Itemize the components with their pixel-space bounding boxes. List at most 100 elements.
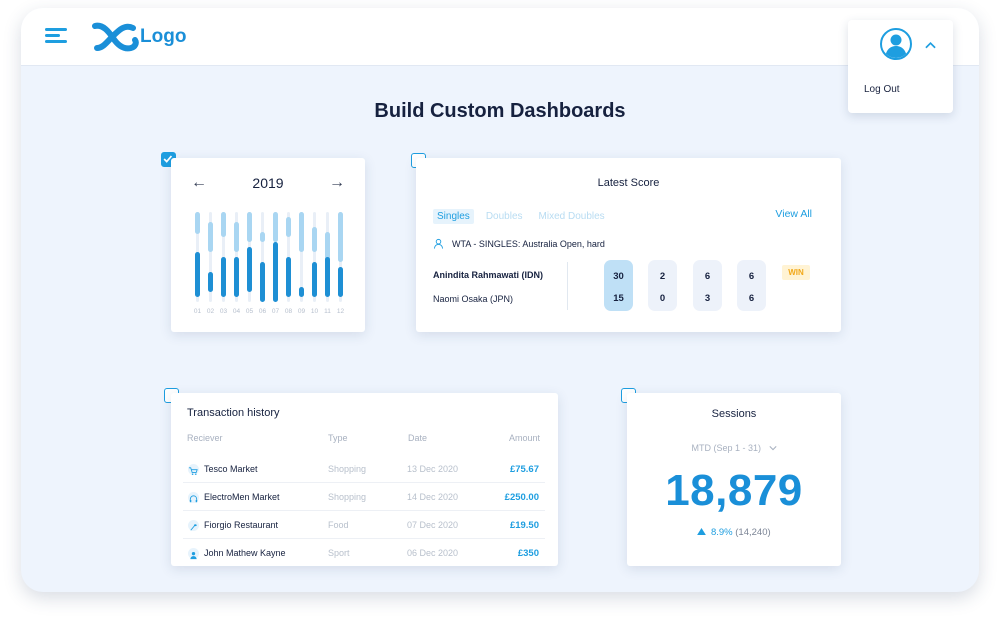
month-label: 08 bbox=[284, 308, 293, 315]
player-2-name: Naomi Osaka (JPN) bbox=[433, 294, 514, 304]
bar-segment-dark bbox=[247, 247, 252, 292]
bar-segment-dark bbox=[273, 242, 278, 302]
month-label: 02 bbox=[206, 308, 215, 315]
tab-mixed-doubles[interactable]: Mixed Doubles bbox=[535, 209, 609, 224]
period-label: MTD (Sep 1 - 31) bbox=[691, 443, 761, 453]
month-bar: 09 bbox=[295, 212, 308, 315]
month-label: 09 bbox=[297, 308, 306, 315]
transaction-amount: £250.00 bbox=[504, 492, 539, 503]
page-title: Build Custom Dashboards bbox=[374, 100, 626, 122]
transaction-row[interactable]: Fiorgio Restaurant Food 07 Dec 2020 £19.50 bbox=[183, 511, 545, 539]
column-header-receiver: Reciever bbox=[187, 433, 223, 443]
set-score: 2 0 bbox=[648, 260, 677, 311]
receiver-name: John Mathew Kayne bbox=[204, 548, 286, 558]
transaction-row[interactable]: John Mathew Kayne Sport 06 Dec 2020 £350 bbox=[183, 539, 545, 567]
period-dropdown[interactable]: MTD (Sep 1 - 31) bbox=[627, 443, 841, 453]
column-header-type: Type bbox=[328, 433, 348, 443]
set-score-p1: 30 bbox=[613, 271, 624, 282]
win-badge: WIN bbox=[782, 265, 810, 280]
bar-segment-light bbox=[260, 232, 265, 242]
month-label: 10 bbox=[310, 308, 319, 315]
headphones-icon bbox=[188, 492, 199, 503]
bar-segment-light bbox=[221, 212, 226, 237]
transaction-date: 06 Dec 2020 bbox=[407, 548, 459, 558]
bar-segment-light bbox=[208, 222, 213, 252]
hamburger-icon[interactable] bbox=[45, 28, 69, 44]
set-score-p2: 15 bbox=[613, 293, 624, 304]
set-score: 6 6 bbox=[737, 260, 766, 311]
logout-link[interactable]: Log Out bbox=[864, 84, 900, 95]
bar-segment-light bbox=[338, 212, 343, 262]
transaction-date: 07 Dec 2020 bbox=[407, 520, 459, 530]
transaction-amount: £75.67 bbox=[509, 464, 539, 475]
transaction-row[interactable]: ElectroMen Market Shopping 14 Dec 2020 £250… bbox=[183, 483, 545, 511]
month-label: 04 bbox=[232, 308, 241, 315]
month-label: 06 bbox=[258, 308, 267, 315]
month-bar: 05 bbox=[243, 212, 256, 315]
transaction-row[interactable]: Tesco Market Shopping 13 Dec 2020 £75.67 bbox=[183, 455, 545, 483]
transaction-type: Shopping bbox=[328, 492, 367, 502]
month-bar: 04 bbox=[230, 212, 243, 315]
month-bars: 01 02 03 04 05 06 07 08 09 10 11 12 bbox=[191, 212, 347, 315]
bar-segment-light bbox=[273, 212, 278, 242]
arrow-right-icon[interactable]: → bbox=[329, 174, 345, 192]
food-icon bbox=[188, 520, 199, 531]
sessions-value: 18,879 bbox=[665, 466, 803, 515]
sessions-change: 8.9% (14,240) bbox=[627, 527, 841, 538]
triangle-up-icon bbox=[697, 528, 707, 535]
transaction-date: 13 Dec 2020 bbox=[407, 464, 459, 474]
previous-value: (14,240) bbox=[735, 527, 771, 538]
set-score: 6 3 bbox=[693, 260, 722, 311]
user-avatar-icon[interactable] bbox=[880, 28, 912, 60]
set-score: 30 15 bbox=[604, 260, 633, 311]
bar-segment-dark bbox=[260, 262, 265, 302]
logo-text: Logo bbox=[140, 26, 187, 47]
score-widget: Latest Score Singles Doubles Mixed Doubl… bbox=[416, 158, 841, 332]
month-label: 11 bbox=[324, 308, 331, 315]
sessions-title: Sessions bbox=[711, 408, 757, 420]
cart-icon bbox=[188, 464, 199, 475]
transaction-type: Shopping bbox=[328, 464, 367, 474]
logo[interactable]: Logo bbox=[91, 20, 186, 54]
month-bar: 11 bbox=[321, 212, 334, 315]
player-1-name: Anindita Rahmawati (IDN) bbox=[433, 270, 544, 280]
month-bar: 03 bbox=[217, 212, 230, 315]
month-label: 01 bbox=[193, 308, 202, 315]
receiver-name: ElectroMen Market bbox=[204, 492, 280, 502]
month-bar: 12 bbox=[334, 212, 347, 315]
change-percent: 8.9% bbox=[710, 527, 733, 538]
user-menu: Log Out bbox=[848, 20, 953, 113]
transactions-title: Transaction history bbox=[187, 407, 280, 419]
month-bar: 01 bbox=[191, 212, 204, 315]
bar-segment-light bbox=[234, 222, 239, 252]
month-label: 03 bbox=[219, 308, 228, 315]
top-bar: Logo bbox=[21, 8, 979, 66]
person-icon bbox=[188, 548, 199, 560]
bar-segment-dark bbox=[221, 257, 226, 297]
tab-doubles[interactable]: Doubles bbox=[482, 209, 527, 224]
view-all-link[interactable]: View All bbox=[775, 208, 812, 220]
transaction-amount: £19.50 bbox=[509, 520, 539, 531]
transaction-type: Sport bbox=[328, 548, 350, 558]
month-label: 07 bbox=[271, 308, 280, 315]
bar-segment-light bbox=[299, 212, 304, 252]
divider bbox=[567, 262, 568, 310]
calendar-widget: ← 2019 → 01 02 03 04 05 06 07 08 09 10 11 12 bbox=[171, 158, 365, 332]
bar-segment-dark bbox=[299, 287, 304, 297]
column-header-amount: Amount bbox=[508, 433, 540, 443]
transaction-type: Food bbox=[328, 520, 349, 530]
month-bar: 02 bbox=[204, 212, 217, 315]
set-score-p2: 0 bbox=[659, 293, 666, 304]
bar-segment-dark bbox=[195, 252, 200, 297]
score-tabs: Singles Doubles Mixed Doubles bbox=[433, 209, 609, 224]
bar-segment-dark bbox=[286, 257, 291, 297]
sessions-widget: Sessions MTD (Sep 1 - 31) 18,879 8.9% (1… bbox=[627, 393, 841, 566]
month-bar: 06 bbox=[256, 212, 269, 315]
bar-segment-light bbox=[312, 227, 317, 252]
receiver-name: Fiorgio Restaurant bbox=[204, 520, 279, 530]
set-score-p2: 6 bbox=[748, 293, 755, 304]
chevron-up-icon[interactable] bbox=[925, 36, 936, 54]
tab-singles[interactable]: Singles bbox=[433, 209, 474, 224]
bar-segment-dark bbox=[325, 257, 330, 297]
swirl-logo-icon bbox=[92, 22, 139, 52]
